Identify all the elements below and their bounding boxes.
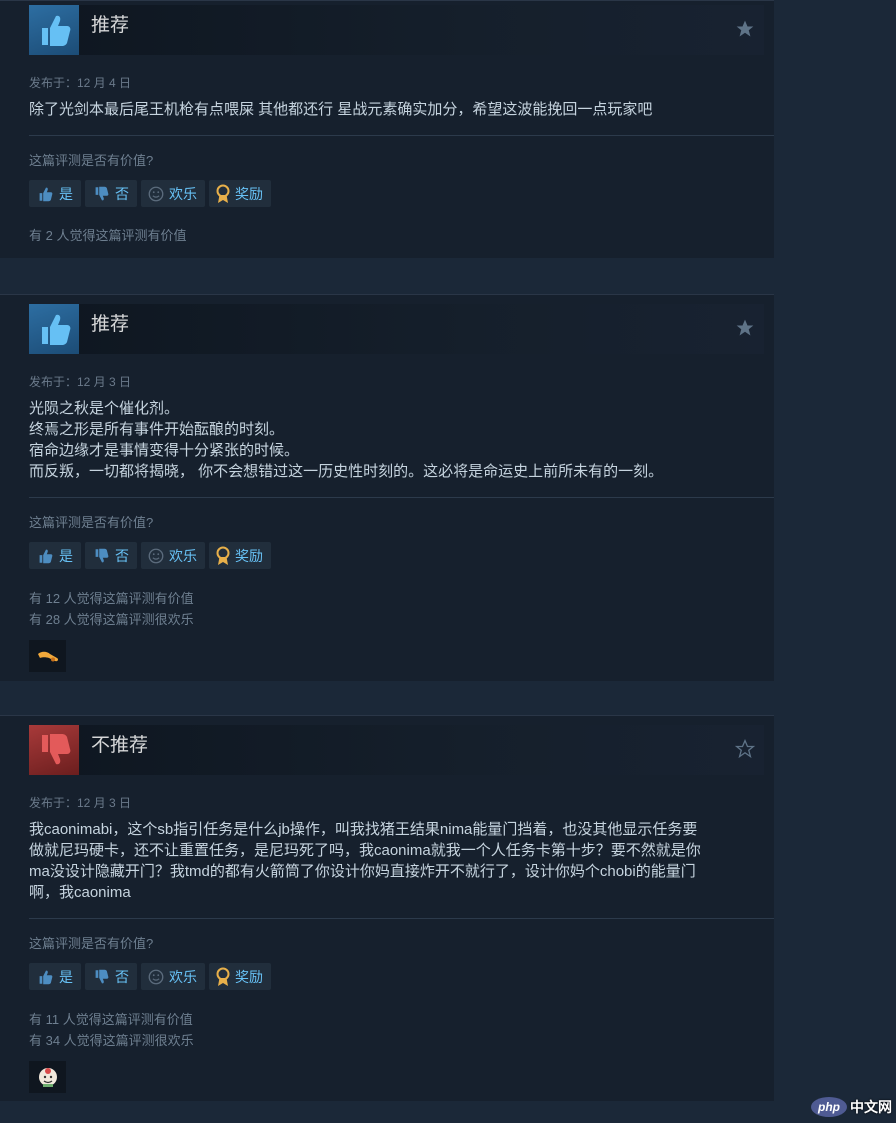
vote-yes-button[interactable]: 是: [29, 542, 81, 569]
award-ribbon-icon: [216, 184, 230, 203]
thumbs-up-icon: [29, 5, 79, 55]
vote-funny-button[interactable]: 欢乐: [141, 542, 205, 569]
stat-helpful: 有 12 人觉得这篇评测有价值: [29, 591, 194, 606]
vote-funny-button[interactable]: 欢乐: [141, 963, 205, 990]
review-verdict: 不推荐: [91, 735, 149, 756]
review-verdict: 推荐: [91, 15, 130, 36]
received-award-icon[interactable]: [29, 640, 66, 672]
divider: [29, 918, 774, 919]
watermark: php 中文网: [811, 1097, 892, 1117]
stat-helpful: 有 2 人觉得这篇评测有价值: [29, 228, 187, 243]
posted-date: 发布于：12 月 4 日: [29, 76, 132, 90]
review-content: 除了光剑本最后尾王机枪有点喂屎 其他都还行 星战元素确实加分，希望这波能挽回一点…: [29, 101, 653, 118]
received-award-icon[interactable]: [29, 1061, 66, 1093]
thumbs-down-icon: [95, 969, 109, 983]
vote-buttons: 是 否 欢乐 奖励: [29, 963, 271, 990]
stat-funny: 有 28 人觉得这篇评测很欢乐: [29, 612, 194, 627]
smiley-icon: [148, 548, 164, 563]
review-content: 我caonimabi，这个sb指引任务是什么jb操作，叫我找猪王结果nima能量…: [29, 821, 701, 901]
divider: [29, 135, 774, 136]
php-logo: php: [811, 1097, 847, 1117]
vote-no-button[interactable]: 否: [85, 963, 137, 990]
thumbs-up-icon: [39, 549, 53, 563]
thumbs-down-icon: [95, 186, 109, 200]
posted-date: 发布于：12 月 3 日: [29, 375, 132, 389]
review-card: 推荐 发布于：12 月 4 日 除了光剑本最后尾王机枪有点喂屎 其他都还行 星战…: [0, 0, 774, 258]
thumbs-up-icon: [39, 187, 53, 201]
stat-helpful: 有 11 人觉得这篇评测有价值: [29, 1012, 193, 1027]
thumbs-up-icon: [39, 970, 53, 984]
posted-date: 发布于：12 月 3 日: [29, 796, 132, 810]
award-ribbon-icon: [216, 546, 230, 565]
helpful-question: 这篇评测是否有价值?: [29, 153, 154, 168]
vote-yes-button[interactable]: 是: [29, 180, 81, 207]
vote-yes-button[interactable]: 是: [29, 963, 81, 990]
star-icon[interactable]: [734, 738, 756, 764]
helpful-question: 这篇评测是否有价值?: [29, 936, 154, 951]
vote-no-button[interactable]: 否: [85, 542, 137, 569]
vote-buttons: 是 否 欢乐 奖励: [29, 542, 271, 569]
smiley-icon: [148, 186, 164, 201]
vote-no-button[interactable]: 否: [85, 180, 137, 207]
award-button[interactable]: 奖励: [209, 180, 271, 207]
thumbs-up-icon: [29, 304, 79, 354]
vote-funny-button[interactable]: 欢乐: [141, 180, 205, 207]
divider: [29, 497, 774, 498]
thumbs-down-icon: [95, 548, 109, 562]
watermark-text: 中文网: [850, 1099, 892, 1115]
award-button[interactable]: 奖励: [209, 963, 271, 990]
star-icon[interactable]: [735, 19, 755, 44]
award-button[interactable]: 奖励: [209, 542, 271, 569]
award-ribbon-icon: [216, 967, 230, 986]
review-header[interactable]: 推荐: [29, 304, 764, 354]
smiley-icon: [148, 969, 164, 984]
review-content: 光陨之秋是个催化剂。 终焉之形是所有事件开始酝酿的时刻。 宿命边缘才是事情变得十…: [29, 400, 664, 480]
review-verdict: 推荐: [91, 314, 130, 335]
star-icon[interactable]: [735, 318, 755, 343]
stat-funny: 有 34 人觉得这篇评测很欢乐: [29, 1033, 194, 1048]
vote-buttons: 是 否 欢乐 奖励: [29, 180, 271, 207]
review-header[interactable]: 不推荐: [29, 725, 764, 775]
review-card: 不推荐 发布于：12 月 3 日 我caonimabi，这个sb指引任务是什么j…: [0, 715, 774, 1101]
review-header[interactable]: 推荐: [29, 5, 764, 55]
helpful-question: 这篇评测是否有价值?: [29, 515, 154, 530]
review-card: 推荐 发布于：12 月 3 日 光陨之秋是个催化剂。 终焉之形是所有事件开始酝酿…: [0, 294, 774, 681]
thumbs-down-icon: [29, 725, 79, 775]
